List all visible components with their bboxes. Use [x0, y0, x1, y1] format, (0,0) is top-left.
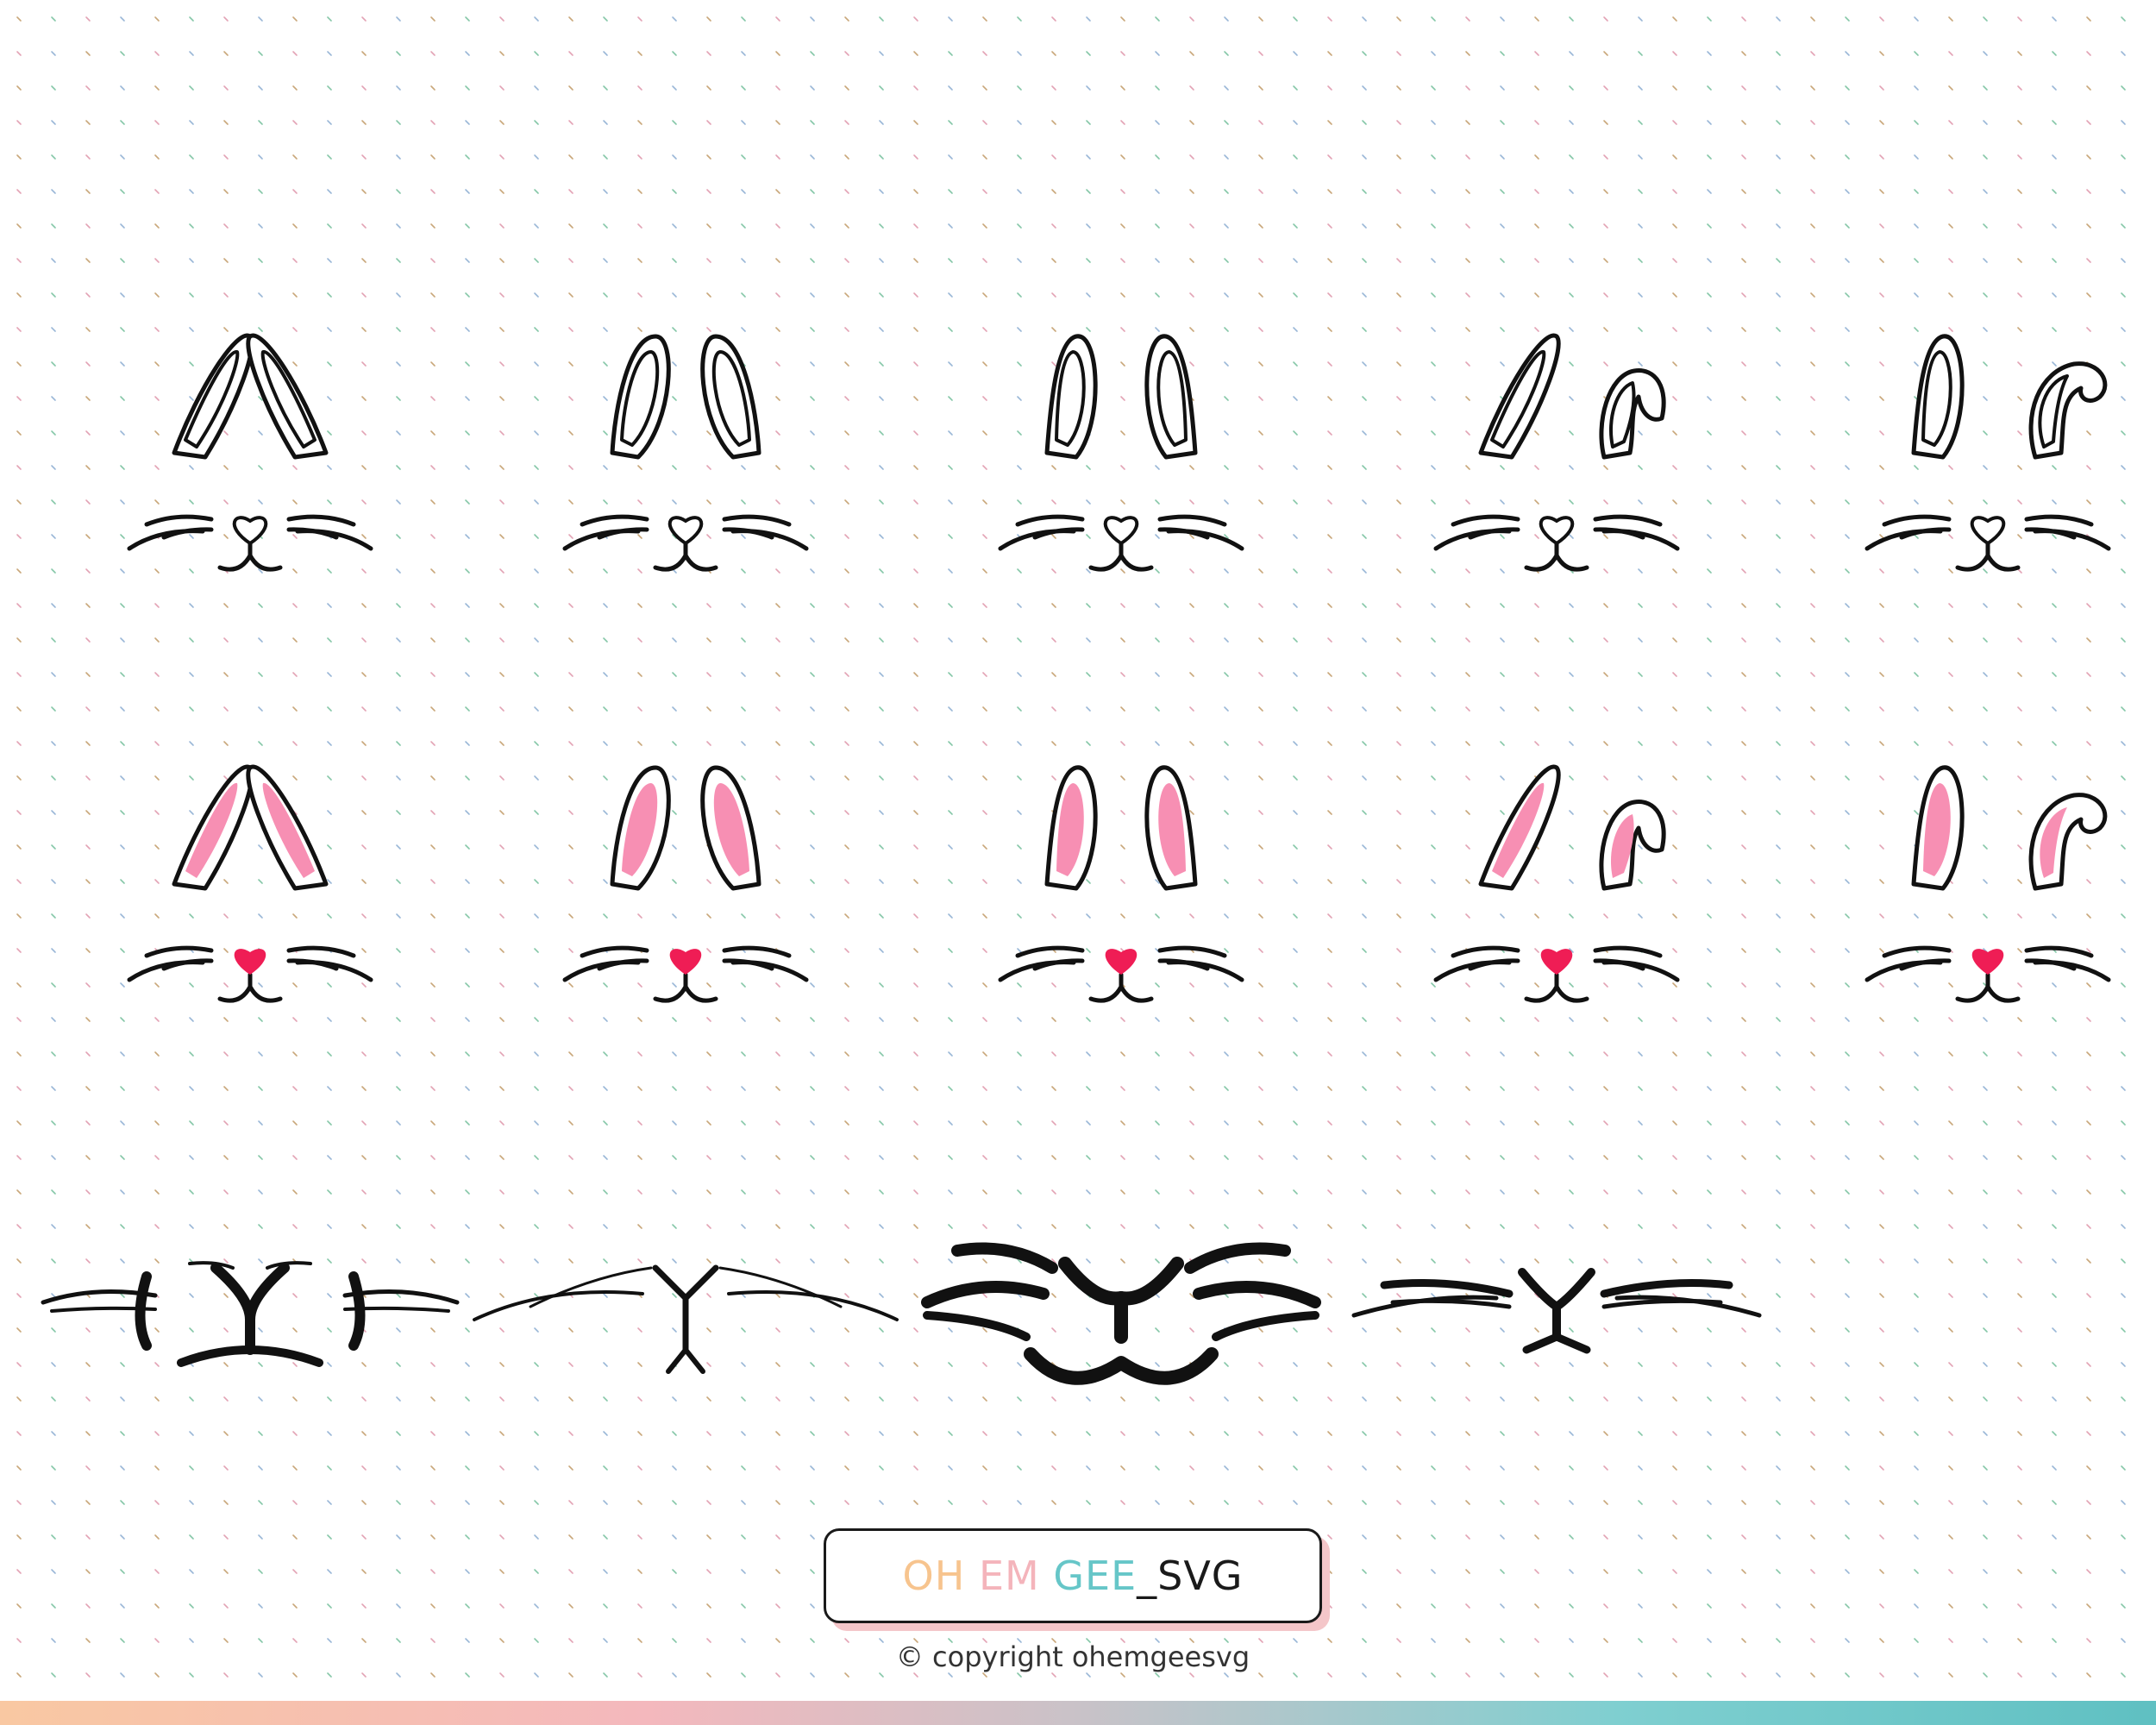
face-stroke [1024, 1347, 1219, 1385]
bunny-face [1436, 764, 1677, 1000]
whisker-face-heavy [921, 1242, 1321, 1385]
logo-svg: SVG [1157, 1552, 1244, 1599]
left-ear [1911, 334, 1965, 460]
face-stroke [1518, 1268, 1595, 1311]
copyright-text: © copyright ohemgeesvg [895, 1640, 1250, 1673]
right-ear [700, 765, 761, 891]
face-stroke [1600, 1279, 1733, 1298]
face-stroke [473, 1290, 644, 1321]
logo-underscore: _ [1137, 1552, 1158, 1599]
gradient-bottom-bar [0, 1701, 2156, 1725]
right-ear [1599, 800, 1666, 891]
bunny-face [129, 333, 371, 569]
left-ear [610, 765, 671, 891]
face-stroke [666, 1347, 705, 1374]
left-ear [1044, 334, 1098, 460]
left-ear [610, 334, 671, 460]
face-stroke [1193, 1281, 1321, 1308]
heart-nose [1540, 949, 1573, 975]
face-stroke [1380, 1279, 1514, 1298]
bunny-faces-artwork [41, 333, 2156, 1385]
right-ear [246, 764, 329, 891]
bunny-face [565, 765, 806, 1000]
logo-gee: GEE [1053, 1552, 1138, 1599]
face-stroke [951, 1242, 1058, 1274]
right-ear [1599, 368, 1666, 460]
right-ear [246, 333, 329, 460]
bunny-face [565, 334, 806, 569]
heart-nose-outline [1103, 516, 1139, 546]
heart-nose [1105, 949, 1138, 975]
face-stroke [1184, 1242, 1291, 1274]
face-stroke [923, 1311, 1031, 1341]
heart-nose [669, 949, 702, 975]
bunny-face [1867, 334, 2109, 569]
left-ear [1478, 764, 1561, 891]
face-stroke [652, 1264, 719, 1302]
logo-em: EM [978, 1552, 1040, 1599]
heart-nose [1971, 949, 2004, 975]
left-ear [1044, 765, 1098, 891]
right-ear [1144, 765, 1198, 891]
face-stroke [1522, 1333, 1591, 1354]
left-ear [172, 333, 254, 460]
whisker-face-bold-cheeks [41, 1261, 460, 1367]
face-stroke [135, 1271, 152, 1351]
bunny-face [1436, 333, 1677, 569]
logo-oh: OH [902, 1552, 966, 1599]
face-stroke [727, 1290, 899, 1321]
heart-nose-outline [667, 516, 704, 546]
heart-nose-outline [232, 516, 268, 546]
face-stroke [529, 1266, 653, 1308]
bunny-face [1000, 334, 1242, 569]
right-ear [2028, 361, 2108, 460]
right-ear [700, 334, 761, 460]
pink-bunny-row [129, 764, 2109, 1000]
face-stroke [177, 1346, 323, 1367]
face-stroke [1212, 1311, 1319, 1341]
heart-nose-outline [1970, 516, 2006, 546]
face-stroke [718, 1266, 843, 1308]
face-stroke [348, 1271, 366, 1351]
right-ear [1144, 334, 1198, 460]
face-stroke [210, 1263, 290, 1325]
bunny-face [1867, 765, 2109, 1000]
left-ear [1911, 765, 1965, 891]
left-ear [1478, 333, 1561, 460]
bunny-face [129, 764, 371, 1000]
bunny-face [1000, 765, 1242, 1000]
heart-nose [234, 949, 266, 975]
whisker-face-thin [473, 1264, 899, 1374]
right-ear [2028, 793, 2108, 891]
whisker-face-row [41, 1242, 1762, 1385]
whisker-face-sleek [1351, 1268, 1762, 1354]
heart-nose-outline [1539, 516, 1575, 546]
brand-logo: OH EM GEE _ SVG [824, 1528, 1322, 1623]
face-stroke [921, 1281, 1050, 1308]
left-ear [172, 764, 254, 891]
outline-bunny-row [129, 333, 2109, 569]
artboard: OH EM GEE _ SVG © copyright ohemgeesvg [0, 0, 2156, 1725]
